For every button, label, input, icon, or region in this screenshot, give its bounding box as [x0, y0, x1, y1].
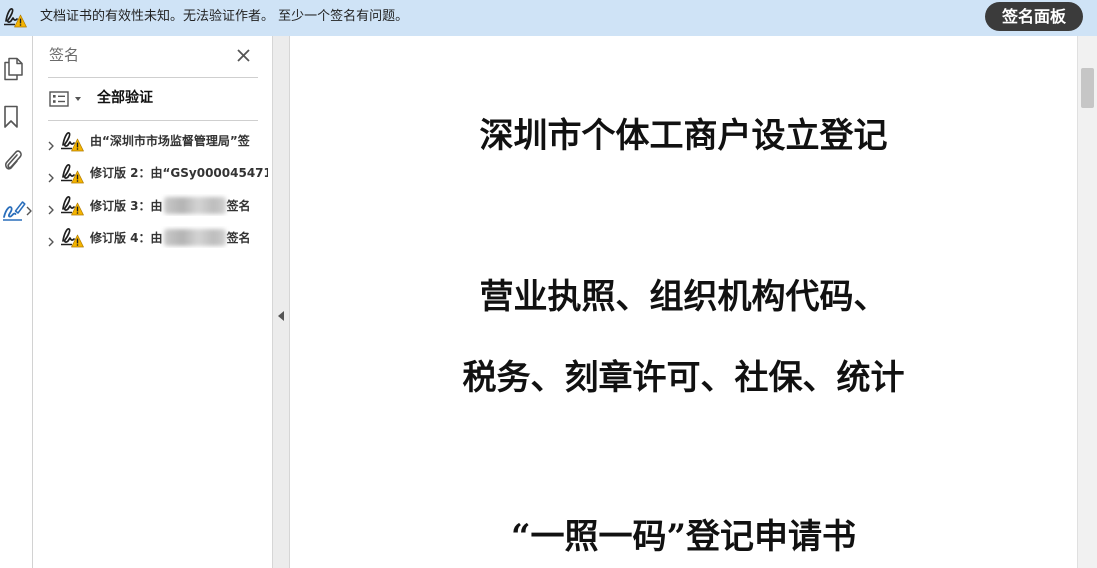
signature-label: 修订版 2：由“GSy0000454713 — [90, 166, 268, 180]
signature-warning-icon — [60, 226, 84, 248]
signature-label-group: 修订版 4：由 签名 — [90, 229, 251, 246]
redacted-blur — [163, 197, 226, 214]
bookmark-icon[interactable] — [3, 105, 25, 129]
signature-list-item[interactable]: 修订版 3：由 签名 — [48, 194, 268, 216]
panel-divider — [48, 77, 258, 78]
panel-divider — [48, 120, 258, 121]
signature-warning-icon — [3, 6, 27, 28]
chevron-right-icon[interactable] — [48, 232, 54, 242]
validate-all-button[interactable]: 全部验证 — [97, 89, 153, 107]
panel-title: 签名 — [49, 46, 80, 64]
close-icon[interactable] — [236, 48, 251, 63]
signature-warning-icon — [60, 162, 84, 184]
message-bar-text: 文档证书的有效性未知。无法验证作者。 至少一个签名有问题。 — [40, 9, 409, 24]
pages-icon[interactable] — [2, 57, 24, 81]
signature-warning-icon — [60, 194, 84, 216]
document-message-bar: 文档证书的有效性未知。无法验证作者。 至少一个签名有问题。 签名面板 — [0, 0, 1097, 36]
signature-label: 修订版 3：由 — [90, 199, 163, 213]
signature-panel-icon[interactable] — [2, 198, 26, 222]
signature-warning-icon — [60, 130, 84, 152]
document-line: 税务、刻章许可、社保、统计 — [462, 358, 905, 398]
signature-label: 由“深圳市市场监督管理局”签 — [90, 134, 250, 148]
chevron-down-icon — [75, 97, 81, 101]
document-page[interactable]: 深圳市个体工商户设立登记 营业执照、组织机构代码、 税务、刻章许可、社保、统计 … — [290, 36, 1077, 568]
active-panel-indicator — [26, 201, 32, 211]
signature-list-item[interactable]: 由“深圳市市场监督管理局”签 — [48, 130, 268, 152]
navigation-rail — [0, 36, 33, 568]
signature-panel-button[interactable]: 签名面板 — [985, 2, 1083, 31]
document-title: 深圳市个体工商户设立登记 — [479, 116, 888, 156]
scrollbar-thumb[interactable] — [1081, 68, 1094, 108]
signature-label-suffix: 签名 — [226, 199, 251, 213]
chevron-right-icon[interactable] — [48, 136, 54, 146]
chevron-right-icon[interactable] — [48, 200, 54, 210]
chevron-right-icon[interactable] — [48, 168, 54, 178]
options-menu-button[interactable] — [49, 90, 85, 108]
signature-label-group: 修订版 3：由 签名 — [90, 197, 251, 214]
attachment-icon[interactable] — [2, 148, 24, 172]
signature-panel: 签名 全部验证 由“深圳市市场监督管理局”签 修订版 2：由“GSy000045… — [33, 36, 272, 568]
document-subtitle: “一照一码”登记申请书 — [510, 517, 857, 557]
signature-label: 修订版 4：由 — [90, 231, 163, 245]
document-line: 营业执照、组织机构代码、 — [479, 277, 888, 317]
signature-list-item[interactable]: 修订版 4：由 签名 — [48, 226, 268, 248]
signature-list-item[interactable]: 修订版 2：由“GSy0000454713 — [48, 162, 268, 184]
signature-label-suffix: 签名 — [226, 231, 251, 245]
options-menu-icon — [49, 91, 69, 111]
redacted-blur — [163, 229, 226, 246]
panel-collapse-handle[interactable] — [272, 36, 290, 568]
vertical-scrollbar[interactable] — [1077, 36, 1097, 568]
collapse-left-icon — [278, 311, 284, 321]
